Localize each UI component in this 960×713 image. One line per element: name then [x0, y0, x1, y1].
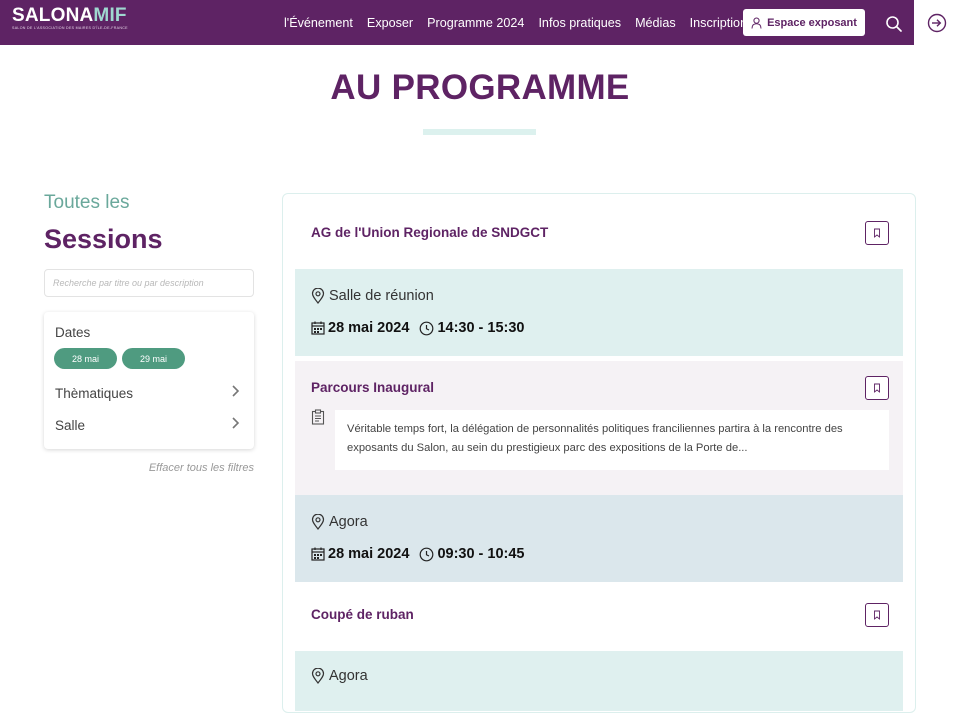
location-line: Agora	[311, 668, 368, 684]
login-button[interactable]	[914, 0, 960, 45]
nav-link-inscription[interactable]: Inscription	[690, 16, 747, 30]
chevron-right-icon[interactable]	[230, 384, 240, 398]
session-info-block: Agora	[295, 651, 903, 711]
bookmark-icon	[874, 383, 880, 393]
user-icon	[751, 17, 762, 29]
nav-link-programme[interactable]: Programme 2024	[427, 16, 524, 30]
session-date: 28 mai 2024	[328, 320, 410, 336]
bookmark-button[interactable]	[865, 376, 889, 400]
nav-link-infos[interactable]: Infos pratiques	[538, 16, 621, 30]
location-line: Agora	[311, 514, 368, 530]
bookmark-icon	[874, 610, 880, 620]
exhibitor-space-label: Espace exposant	[767, 16, 857, 29]
room-filter-label[interactable]: Salle	[55, 418, 85, 433]
session-location: Agora	[329, 514, 368, 530]
nav-link-evenement[interactable]: l'Événement	[284, 16, 353, 30]
session-search-input[interactable]	[44, 269, 254, 297]
title-underline	[423, 129, 536, 135]
date-chip-29-mai[interactable]: 29 mai	[122, 348, 185, 369]
nav-link-exposer[interactable]: Exposer	[367, 16, 413, 30]
map-pin-icon	[311, 668, 325, 684]
session-description: Véritable temps fort, la délégation de p…	[335, 410, 889, 470]
clock-icon	[420, 547, 434, 561]
session-title[interactable]: Parcours Inaugural	[311, 380, 434, 395]
themes-filter-label[interactable]: Thèmatiques	[55, 386, 133, 401]
salon-amif-logo[interactable]: SALONAMIF SALON DE L'ASSOCIATION DES MAI…	[12, 6, 132, 34]
session-time: 09:30 - 10:45	[437, 546, 525, 562]
map-pin-icon	[311, 514, 325, 530]
datetime-line: 28 mai 2024 09:30 - 10:45	[311, 546, 525, 562]
nav-link-medias[interactable]: Médias	[635, 16, 676, 30]
chevron-right-icon[interactable]	[230, 416, 240, 430]
sessions-list: AG de l'Union Regionale de SNDGCT Salle …	[282, 193, 916, 713]
calendar-icon	[311, 321, 325, 335]
sign-in-icon	[927, 13, 947, 32]
session-info-block: Agora 28 mai 2024 09:30 - 10:45	[295, 495, 903, 582]
location-line: Salle de réunion	[311, 288, 434, 304]
filters-panel: Dates 28 mai 29 mai Thèmatiques Salle	[44, 312, 254, 449]
map-pin-icon	[311, 288, 325, 304]
main-menu: l'Événement Exposer Programme 2024 Infos…	[284, 0, 747, 45]
session-date: 28 mai 2024	[328, 546, 410, 562]
logo-tagline: SALON DE L'ASSOCIATION DES MAIRES D'ÎLE-…	[12, 26, 128, 30]
date-chip-28-mai[interactable]: 28 mai	[54, 348, 117, 369]
sidebar-title: Sessions	[44, 224, 163, 254]
search-icon[interactable]	[885, 15, 903, 33]
session-title[interactable]: AG de l'Union Regionale de SNDGCT	[311, 225, 548, 240]
session-location: Salle de réunion	[329, 288, 434, 304]
session-time: 14:30 - 15:30	[437, 320, 525, 336]
session-location: Agora	[329, 668, 368, 684]
page-title: AU PROGRAMME	[330, 68, 630, 107]
session-title[interactable]: Coupé de ruban	[311, 607, 414, 622]
top-navbar: SALONAMIF SALON DE L'ASSOCIATION DES MAI…	[0, 0, 960, 45]
clipboard-icon	[311, 409, 325, 425]
datetime-line: 28 mai 2024 14:30 - 15:30	[311, 320, 525, 336]
calendar-icon	[311, 547, 325, 561]
sidebar-pretitle: Toutes les	[44, 192, 130, 213]
bookmark-button[interactable]	[865, 603, 889, 627]
session-info-block: Salle de réunion 28 mai 2024 14:30 - 15:…	[295, 269, 903, 356]
clear-filters-link[interactable]: Effacer tous les filtres	[44, 462, 254, 474]
bookmark-button[interactable]	[865, 221, 889, 245]
clock-icon	[420, 321, 434, 335]
logo-wordmark: SALONAMIF	[12, 5, 127, 26]
dates-filter-label: Dates	[55, 325, 91, 340]
bookmark-icon	[874, 228, 880, 238]
exhibitor-space-button[interactable]: Espace exposant	[743, 9, 865, 36]
